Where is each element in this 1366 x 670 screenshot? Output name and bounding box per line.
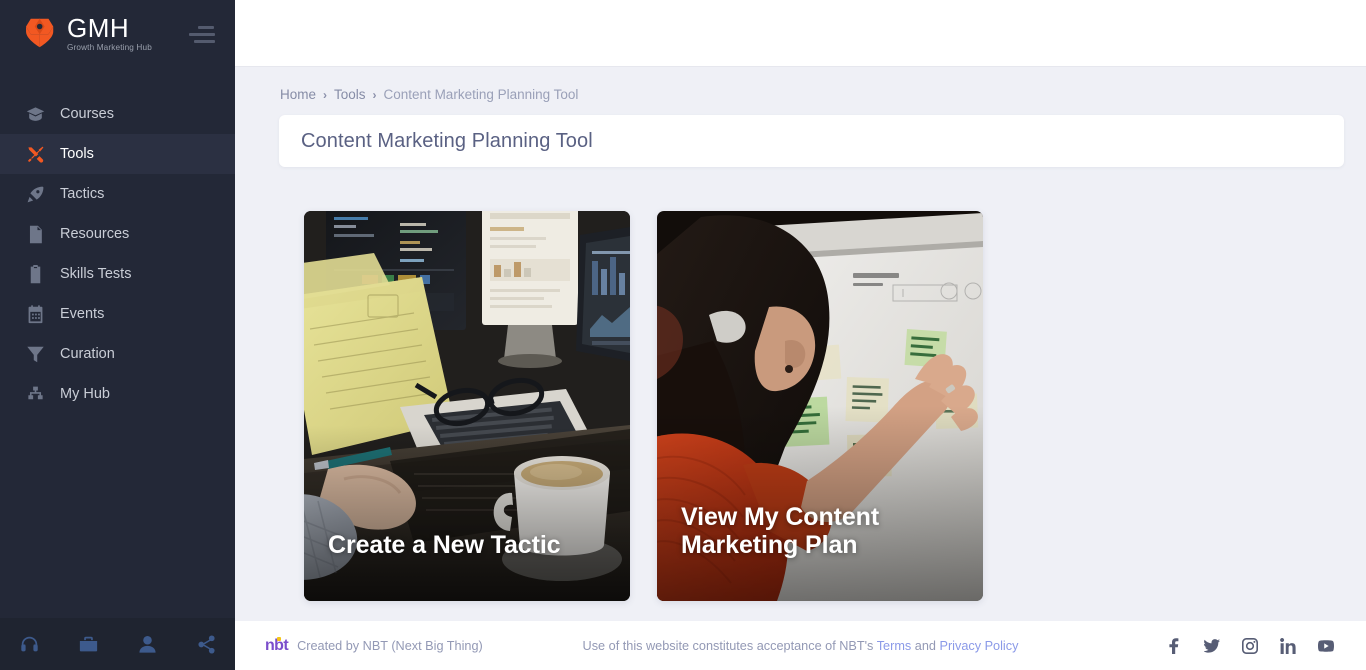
sidebar-item-label: Curation <box>60 345 115 362</box>
page-content: Home › Tools › Content Marketing Plannin… <box>235 67 1366 621</box>
breadcrumb-item-current: Content Marketing Planning Tool <box>383 87 579 102</box>
top-header-bar <box>235 0 1366 67</box>
clipboard-check-icon <box>26 264 45 284</box>
funnel-icon <box>26 345 45 364</box>
breadcrumb-item-home[interactable]: Home <box>280 87 316 102</box>
card-view-my-content-marketing-plan[interactable]: View My Content Marketing Plan <box>657 211 983 601</box>
share-icon[interactable] <box>197 634 216 654</box>
sidebar-header: GMH Growth Marketing Hub <box>0 0 235 68</box>
footer-social-links <box>1166 637 1334 654</box>
sidebar-item-resources[interactable]: Resources <box>0 214 235 254</box>
calendar-icon <box>26 304 45 324</box>
sidebar-item-skills-tests[interactable]: Skills Tests <box>0 254 235 294</box>
sidebar-item-events[interactable]: Events <box>0 294 235 334</box>
privacy-policy-link[interactable]: Privacy Policy <box>939 639 1018 653</box>
instagram-icon[interactable] <box>1242 637 1258 654</box>
briefcase-icon[interactable] <box>79 635 98 654</box>
footer-legal-prefix: Use of this website constitutes acceptan… <box>582 638 877 653</box>
page-title: Content Marketing Planning Tool <box>301 129 593 152</box>
sidebar-item-tools[interactable]: Tools <box>0 134 235 174</box>
document-icon <box>26 225 45 244</box>
sidebar-item-label: Skills Tests <box>60 265 132 282</box>
page-title-card: Content Marketing Planning Tool <box>279 115 1344 167</box>
twitter-icon[interactable] <box>1204 638 1220 654</box>
graduation-cap-icon <box>26 105 45 124</box>
logo-subtitle: Growth Marketing Hub <box>67 43 152 53</box>
sidebar-nav: Courses Tools Tactics Resources Skills T… <box>0 94 235 618</box>
sidebar-item-label: Tactics <box>60 185 105 202</box>
nbt-dot-icon <box>276 636 281 641</box>
headphones-icon[interactable] <box>20 635 39 654</box>
card-label: Create a New Tactic <box>328 530 561 559</box>
sidebar-item-label: Events <box>60 305 105 322</box>
sitemap-icon <box>26 385 45 404</box>
sidebar: GMH Growth Marketing Hub Courses Tools T… <box>0 0 235 670</box>
chevron-right-icon: › <box>323 87 328 102</box>
linkedin-icon[interactable] <box>1280 637 1296 654</box>
chevron-right-icon: › <box>372 87 377 102</box>
card-label: View My Content Marketing Plan <box>657 503 983 602</box>
card-create-a-new-tactic[interactable]: Create a New Tactic <box>304 211 630 601</box>
nbt-logo-icon: nbt <box>265 636 289 654</box>
page-footer: nbt Created by NBT (Next Big Thing) Use … <box>235 621 1366 670</box>
main-area: Home › Tools › Content Marketing Plannin… <box>235 0 1366 670</box>
breadcrumb: Home › Tools › Content Marketing Plannin… <box>255 67 1346 115</box>
brand-logo[interactable]: GMH Growth Marketing Hub <box>20 15 152 52</box>
breadcrumb-item-tools[interactable]: Tools <box>334 87 366 102</box>
tool-cards-row: Create a New Tactic View My Content Mark… <box>255 167 1346 601</box>
sidebar-item-courses[interactable]: Courses <box>0 94 235 134</box>
sidebar-item-label: Tools <box>60 145 94 162</box>
hexagon-logo-icon <box>20 17 58 50</box>
sidebar-item-my-hub[interactable]: My Hub <box>0 374 235 414</box>
footer-credit-text: Created by NBT (Next Big Thing) <box>297 638 483 653</box>
user-icon[interactable] <box>138 635 157 654</box>
footer-legal-text: Use of this website constitutes acceptan… <box>583 639 1019 653</box>
tools-icon <box>26 145 45 164</box>
rocket-icon <box>26 185 45 204</box>
sidebar-item-label: Resources <box>60 225 130 242</box>
logo-title: GMH <box>67 13 130 44</box>
facebook-icon[interactable] <box>1166 637 1182 654</box>
sidebar-footer-icons <box>0 618 235 670</box>
sidebar-item-label: Courses <box>60 105 114 122</box>
footer-credit-group: nbt Created by NBT (Next Big Thing) <box>265 636 483 654</box>
app-root: GMH Growth Marketing Hub Courses Tools T… <box>0 0 1366 670</box>
sidebar-item-curation[interactable]: Curation <box>0 334 235 374</box>
card-label-line-2: Marketing Plan <box>681 530 858 559</box>
sidebar-item-tactics[interactable]: Tactics <box>0 174 235 214</box>
card-label-line-1: View My Content <box>681 502 880 531</box>
terms-link[interactable]: Terms <box>877 639 912 653</box>
footer-legal-mid: and <box>911 638 940 653</box>
youtube-icon[interactable] <box>1318 638 1334 654</box>
hamburger-menu-icon[interactable] <box>189 23 219 45</box>
sidebar-item-label: My Hub <box>60 385 110 402</box>
